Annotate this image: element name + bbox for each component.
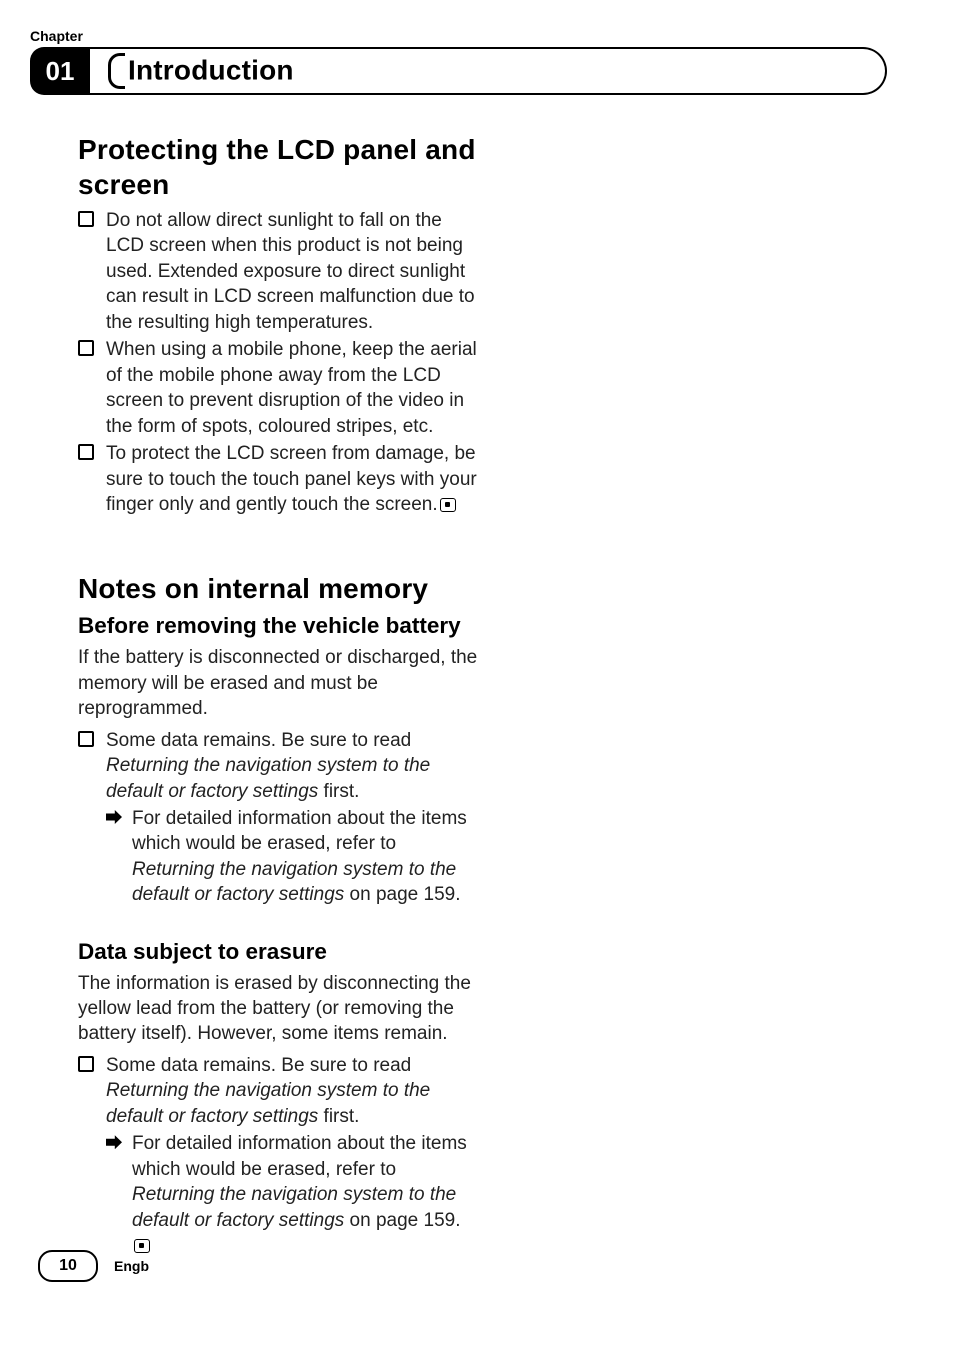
- box-bullet-icon: [78, 211, 94, 227]
- nested-list: For detailed information about the items…: [106, 1131, 478, 1258]
- nested-list-item: For detailed information about the items…: [106, 1131, 478, 1258]
- paragraph: If the battery is disconnected or discha…: [78, 645, 478, 721]
- subheading-battery: Before removing the vehicle battery: [78, 612, 478, 641]
- page-footer: 10 Engb: [38, 1250, 149, 1282]
- section-heading-lcd: Protecting the LCD panel and screen: [78, 132, 478, 202]
- page-number-badge: 10: [38, 1250, 98, 1282]
- list-item-text: Do not allow direct sunlight to fall on …: [106, 210, 475, 333]
- section-heading-memory: Notes on internal memory: [78, 571, 478, 606]
- box-bullet-icon: [78, 340, 94, 356]
- memory-list-2: Some data remains. Be sure to read Retur…: [78, 1053, 478, 1259]
- list-item: Some data remains. Be sure to read Retur…: [78, 728, 478, 908]
- list-item: To protect the LCD screen from damage, b…: [78, 441, 478, 517]
- chapter-header: 01 Introduction: [30, 47, 887, 95]
- chapter-title: Introduction: [128, 54, 294, 86]
- list-item: Some data remains. Be sure to read Retur…: [78, 1053, 478, 1259]
- paragraph: The information is erased by disconnecti…: [78, 971, 478, 1047]
- box-bullet-icon: [78, 731, 94, 747]
- nested-list-text: For detailed information about the items…: [132, 808, 467, 905]
- nested-list-item: For detailed information about the items…: [106, 806, 478, 908]
- box-bullet-icon: [78, 444, 94, 460]
- lcd-list: Do not allow direct sunlight to fall on …: [78, 208, 478, 517]
- list-item-text: Some data remains. Be sure to read Retur…: [106, 1055, 430, 1127]
- list-item-text: Some data remains. Be sure to read Retur…: [106, 730, 430, 802]
- language-code: Engb: [114, 1258, 149, 1274]
- page: Chapter 01 Introduction Protecting the L…: [0, 0, 954, 1352]
- list-item-text: When using a mobile phone, keep the aeri…: [106, 339, 477, 436]
- body-column: Protecting the LCD panel and screen Do n…: [78, 132, 478, 1261]
- chapter-label: Chapter: [30, 28, 83, 44]
- end-of-section-icon: [440, 498, 456, 512]
- header-bracket: [108, 53, 125, 89]
- list-item-text: To protect the LCD screen from damage, b…: [106, 443, 477, 515]
- memory-list-1: Some data remains. Be sure to read Retur…: [78, 728, 478, 908]
- chapter-number-badge: 01: [30, 47, 90, 95]
- list-item: When using a mobile phone, keep the aeri…: [78, 337, 478, 439]
- nested-list: For detailed information about the items…: [106, 806, 478, 908]
- box-bullet-icon: [78, 1056, 94, 1072]
- list-item: Do not allow direct sunlight to fall on …: [78, 208, 478, 335]
- nested-list-text: For detailed information about the items…: [132, 1133, 467, 1230]
- subheading-erasure: Data subject to erasure: [78, 938, 478, 967]
